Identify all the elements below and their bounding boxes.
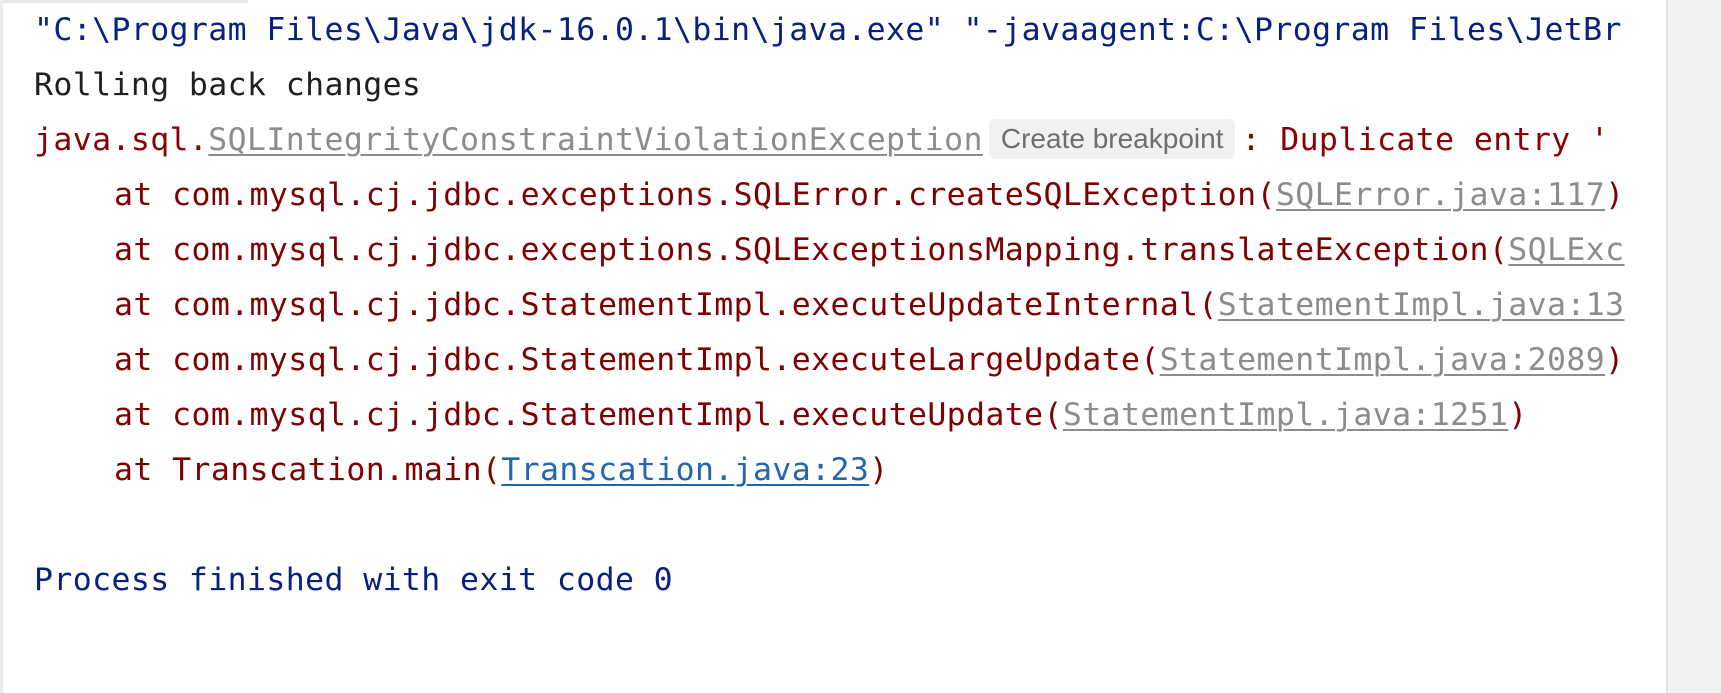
console-left-border [0,0,3,693]
rollback-message: Rolling back changes [34,67,422,103]
stack-frame: at com.mysql.cj.jdbc.StatementImpl.execu… [114,388,1528,443]
stack-frame-source-link[interactable]: SQLError.java:117 [1276,177,1605,213]
stack-frame-source-link[interactable]: SQLExc [1508,232,1624,268]
stack-frame-suffix: ) [1508,397,1528,433]
stack-frame-source-link[interactable]: StatementImpl.java:1251 [1063,397,1508,433]
stack-frame: at com.mysql.cj.jdbc.StatementImpl.execu… [114,333,1624,388]
stack-frame-source-link[interactable]: StatementImpl.java:13 [1218,287,1625,323]
stack-frame: at Transcation.main(Transcation.java:23) [114,443,889,498]
stack-frame-user-source-link[interactable]: Transcation.java:23 [501,452,869,488]
stack-frame-method: at com.mysql.cj.jdbc.StatementImpl.execu… [114,342,1160,378]
exception-class-link[interactable]: SQLIntegrityConstraintViolationException [208,122,983,158]
vertical-scrollbar[interactable] [1666,0,1721,693]
exception-line: java.sql.SQLIntegrityConstraintViolation… [34,113,1609,168]
stack-frame-method: at com.mysql.cj.jdbc.StatementImpl.execu… [114,397,1063,433]
stack-frame-method: at com.mysql.cj.jdbc.exceptions.SQLError… [114,177,1276,213]
stack-frame-suffix: ) [869,452,889,488]
stack-frame-method: at Transcation.main( [114,452,502,488]
stack-frame-suffix: ) [1605,177,1625,213]
exit-message: Process finished with exit code 0 [34,562,674,598]
create-breakpoint-button[interactable]: Create breakpoint [988,119,1236,159]
stack-frame: at com.mysql.cj.jdbc.StatementImpl.execu… [114,278,1624,333]
stack-frame-source-link[interactable]: StatementImpl.java:2089 [1160,342,1605,378]
stack-frame-method: at com.mysql.cj.jdbc.StatementImpl.execu… [114,287,1218,323]
stack-frame: at com.mysql.cj.jdbc.exceptions.SQLError… [114,168,1624,223]
stack-frame-method: at com.mysql.cj.jdbc.exceptions.SQLExcep… [114,232,1509,268]
stack-frame-suffix: ) [1605,342,1625,378]
exception-package: java.sql. [34,122,209,158]
command-line: "C:\Program Files\Java\jdk-16.0.1\bin\ja… [34,12,1622,48]
exception-message: : Duplicate entry ' [1241,122,1610,158]
stack-frame: at com.mysql.cj.jdbc.exceptions.SQLExcep… [114,223,1624,278]
run-console-output: "C:\Program Files\Java\jdk-16.0.1\bin\ja… [0,0,1666,693]
